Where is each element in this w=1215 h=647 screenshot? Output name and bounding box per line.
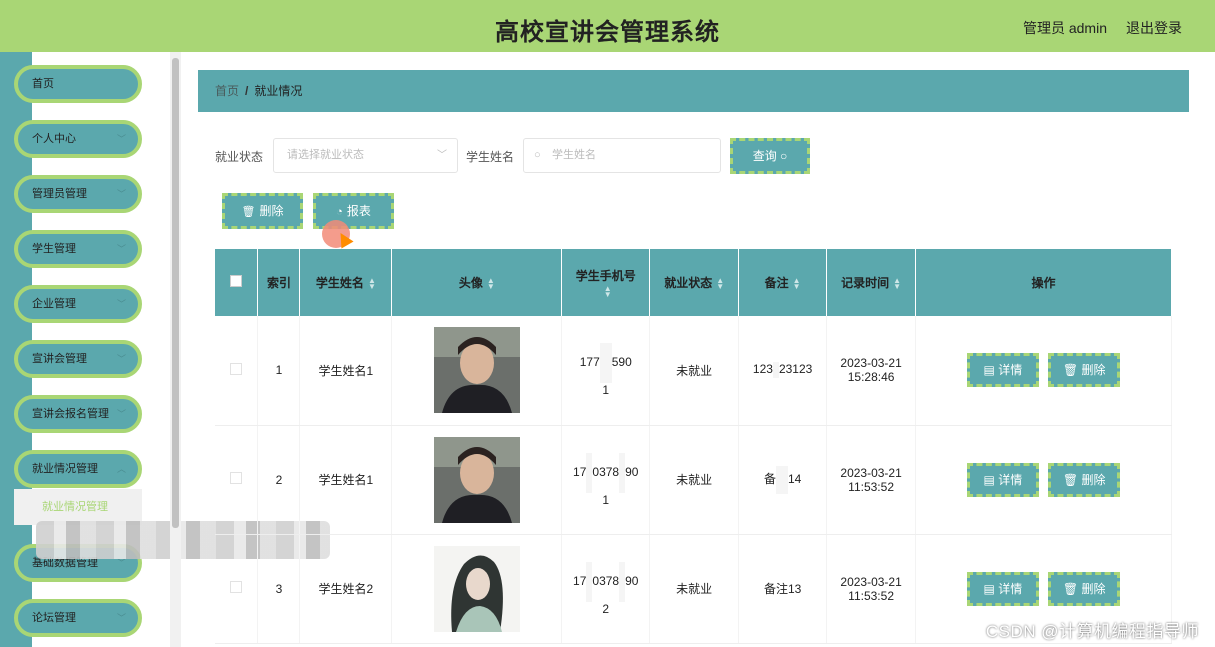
cell-status: 未就业 [649,316,740,426]
redaction [775,465,788,494]
table-row: 2 学生姓名1 17 0378 90 1 未就业 备 14 2023-03-21 11:5… [215,425,1172,535]
cell-name: 学生姓名1 [299,316,393,426]
trash-icon: 🗑 [1062,472,1079,487]
cell-status: 未就业 [649,425,740,535]
search-icon: ○ [780,149,788,163]
search-icon: ○ [534,149,541,161]
breadcrumb: 首页 / 就业情况 [198,70,1189,112]
trash-icon: 🗑 [1062,581,1079,596]
status-filter-label: 就业状态 [215,150,264,164]
row-delete-button[interactable]: 🗑 删除 [1048,353,1121,388]
sidebar-item-admin[interactable]: 管理员管理 ﹀ [14,175,142,213]
cell-time: 2023-03-21 11:53:52 [826,425,917,535]
trash-icon: 🗑 [1062,363,1079,378]
table-row: 1 学生姓名1 1773785901 未就业 12323123 2023-03-… [215,316,1172,426]
header-ops: 操作 [915,249,1172,316]
header-index: 索引 [257,249,301,316]
sidebar-item-registrations[interactable]: 宣讲会报名管理 ﹀ [14,395,142,433]
row-delete-button[interactable]: 🗑 删除 [1048,462,1121,497]
status-select-placeholder: 请选择就业状态 [287,149,364,161]
cell-phone: 17 0378 90 2 [561,534,651,644]
cell-note: 备 14 [738,425,828,535]
top-header: 高校宣讲会管理系统 管理员 admin 退出登录 [0,0,1215,52]
logout-link[interactable]: 退出登录 [1126,18,1182,38]
row-delete-button[interactable]: 🗑 删除 [1048,571,1121,606]
watermark: CSDN @计算机编程指导师 [985,622,1199,641]
sidebar-item-students[interactable]: 学生管理 ﹀ [14,230,142,268]
cell-index: 1 [257,316,301,426]
query-button[interactable]: 查询 ○ [730,138,810,174]
table-header-row: 索引 学生姓名 ▲ ▼ 头像 ▲ ▼ 学生手机号 ▲ ▼ 就业状态 ▲ ▼ 备注 ▲ ▼ 记录时间 ▲… [215,249,1172,316]
cell-note: 备注13 [738,534,828,644]
chevron-down-icon: ﹀ [116,134,126,144]
sidebar-subitem-employment[interactable]: 就业情况管理 [14,489,142,525]
bulk-delete-button[interactable]: 🗑 删除 [222,193,303,229]
sort-icon[interactable]: ▲ ▼ [368,276,376,290]
document-icon: ▤ [983,472,995,487]
student-avatar [433,327,520,414]
select-all-header[interactable] [215,249,259,316]
cell-phone: 17 0378 90 1 [561,425,651,535]
chevron-down-icon: ﹀ [116,299,126,309]
row-checkbox[interactable] [230,581,243,593]
sidebar-item-profile[interactable]: 个人中心 ﹀ [14,120,142,158]
name-search-input[interactable]: ○ 学生姓名 [523,138,721,173]
chevron-down-icon: ﹀ [116,244,126,254]
header-avatar[interactable]: 头像 ▲ ▼ [391,249,563,316]
employment-table: 索引 学生姓名 ▲ ▼ 头像 ▲ ▼ 学生手机号 ▲ ▼ 就业状态 ▲ ▼ 备注 ▲ ▼ 记录时间 ▲… [215,249,1172,644]
sidebar-item-talks[interactable]: 宣讲会管理 ﹀ [14,340,142,378]
sort-icon[interactable]: ▲ ▼ [716,276,724,290]
student-avatar [433,545,520,632]
header-note[interactable]: 备注 ▲ ▼ [738,249,828,316]
chevron-down-icon: ﹀ [116,189,126,199]
select-all-checkbox[interactable] [230,275,243,287]
breadcrumb-current: 就业情况 [254,84,303,98]
trash-icon: 🗑 [241,206,256,218]
detail-button[interactable]: ▤ 详情 [966,353,1039,388]
document-icon: ▤ [983,363,995,378]
sidebar-item-companies[interactable]: 企业管理 ﹀ [14,285,142,323]
chevron-down-icon: ﹀ [116,613,126,623]
chevron-up-icon: ︿ [116,464,126,474]
cell-name: 学生姓名1 [299,425,393,535]
redaction [599,343,612,384]
sidebar-item-employment[interactable]: 就业情况管理 ︿ [14,450,142,488]
header-phone[interactable]: 学生手机号 ▲ ▼ [561,249,651,316]
detail-button[interactable]: ▤ 详情 [966,571,1039,606]
breadcrumb-home[interactable]: 首页 [215,84,239,98]
chevron-down-icon: ﹀ [116,409,126,419]
cell-note: 123 23123 [738,316,828,426]
admin-label: 管理员 admin [1022,20,1107,36]
cell-time: 2023-03-21 11:53:52 [826,534,917,644]
sidebar-item-home[interactable]: 首页 [14,65,142,103]
cell-status: 未就业 [649,534,740,644]
scrollbar-thumb[interactable] [172,58,179,528]
breadcrumb-separator: / [245,84,249,98]
name-search-placeholder: 学生姓名 [552,149,596,161]
sidebar-scrollbar[interactable] [170,52,181,647]
cell-index: 3 [257,534,301,644]
sort-icon[interactable]: ▲ ▼ [604,284,612,298]
chevron-down-icon: ﹀ [437,150,447,161]
sort-icon[interactable]: ▲ ▼ [793,276,801,290]
document-icon: ▤ [983,581,995,596]
sidebar-item-forum[interactable]: 论坛管理 ﹀ [14,599,142,637]
header-status[interactable]: 就业状态 ▲ ▼ [649,249,740,316]
header-name[interactable]: 学生姓名 ▲ ▼ [299,249,393,316]
student-avatar [433,436,520,523]
sort-icon[interactable]: ▲ ▼ [487,276,495,290]
chevron-down-icon: ﹀ [116,354,126,364]
row-checkbox[interactable] [230,362,243,375]
row-checkbox[interactable] [230,472,243,484]
detail-button[interactable]: ▤ 详情 [966,462,1039,497]
header-time[interactable]: 记录时间 ▲ ▼ [826,249,917,316]
cell-index: 2 [257,425,301,535]
cell-phone: 1773785901 [561,316,651,426]
pie-chart-icon: ◔ [336,206,343,218]
sort-icon[interactable]: ▲ ▼ [893,276,901,290]
name-filter-label: 学生姓名 [466,150,515,164]
cell-time: 2023-03-21 15:28:46 [826,316,917,426]
cell-name: 学生姓名2 [299,534,393,644]
status-select[interactable]: 请选择就业状态 ﹀ [273,138,458,173]
